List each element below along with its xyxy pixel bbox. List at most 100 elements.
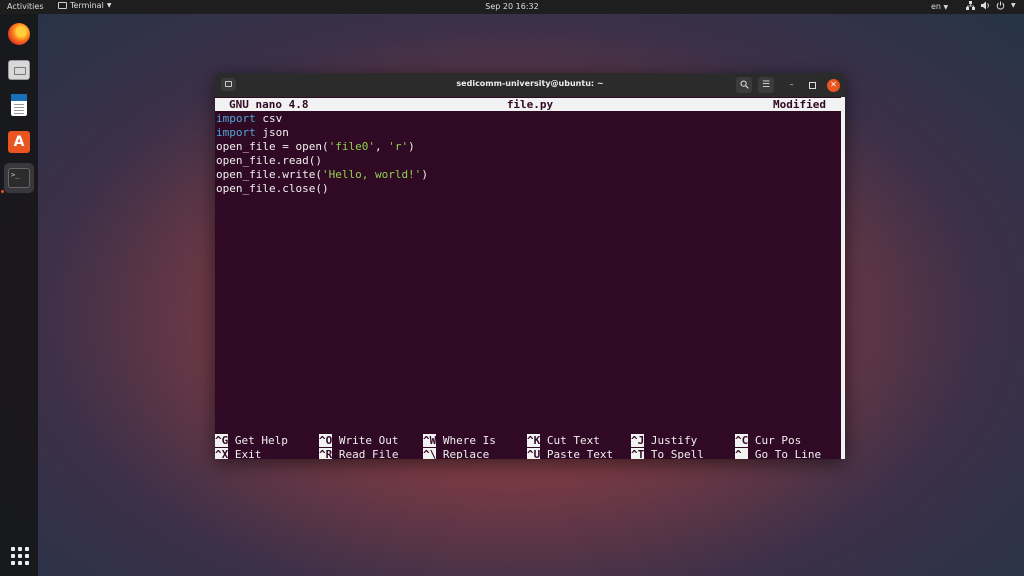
software-center-icon: A: [8, 131, 30, 153]
code-text: json: [255, 126, 289, 139]
new-tab-icon[interactable]: [221, 78, 236, 91]
code-line[interactable]: import csv: [216, 112, 428, 126]
code-text: ): [408, 140, 415, 153]
shortcut-item[interactable]: ^U Paste Text: [527, 448, 631, 459]
code-line[interactable]: import json: [216, 126, 428, 140]
shortcut-item[interactable]: ^X Exit: [215, 448, 319, 459]
shortcut-item[interactable]: ^J Justify: [631, 434, 735, 448]
close-icon: ✕: [830, 80, 837, 89]
code-text: open_file.close(): [216, 182, 329, 195]
show-applications-icon[interactable]: [11, 547, 29, 565]
shortcut-item[interactable]: ^R Read File: [319, 448, 423, 459]
code-line[interactable]: open_file.read(): [216, 154, 428, 168]
shortcut-column: ^K Cut Text ^U Paste Text: [527, 434, 631, 459]
shortcut-item[interactable]: ^T To Spell: [631, 448, 735, 459]
dock-item-writer[interactable]: [4, 91, 34, 121]
chevron-down-icon: ▼: [1011, 2, 1016, 9]
shortcut-column: ^O Write Out ^R Read File: [319, 434, 423, 459]
shortcut-column: ^C Cur Pos ^_ Go To Line: [735, 434, 839, 459]
terminal-icon: [58, 2, 67, 9]
nano-header: GNU nano 4.8 file.py Modified: [215, 98, 845, 111]
terminal-icon: >_: [8, 168, 30, 188]
shortcut-label: To Spell: [650, 448, 704, 459]
code-keyword: import: [216, 126, 256, 139]
firefox-icon: [8, 23, 30, 45]
code-text: open_file.read(): [216, 154, 322, 167]
shortcut-label: Paste Text: [546, 448, 614, 459]
code-string: 'Hello, world!': [321, 168, 422, 181]
code-text: ,: [374, 140, 389, 153]
nano-editor[interactable]: GNU nano 4.8 file.py Modified import csv…: [215, 97, 845, 459]
code-keyword: import: [216, 112, 256, 125]
shortcut-key: ^_: [735, 448, 749, 459]
code-line[interactable]: open_file.write('Hello, world!'): [216, 168, 428, 182]
shortcut-key: ^R: [319, 448, 333, 459]
dock-item-software[interactable]: A: [4, 127, 34, 157]
shortcut-key: ^\: [423, 448, 437, 459]
shortcut-label: Read File: [338, 448, 399, 459]
shortcut-item[interactable]: ^_ Go To Line: [735, 448, 839, 459]
shortcut-column: ^G Get Help ^X Exit: [215, 434, 319, 459]
code-text: open_file = open(: [216, 140, 329, 153]
shortcut-key: ^G: [215, 434, 229, 447]
shortcut-item[interactable]: ^\ Replace: [423, 448, 527, 459]
minimize-icon: –: [789, 80, 794, 89]
maximize-button[interactable]: [806, 79, 819, 92]
shortcut-label: Cut Text: [546, 434, 600, 447]
shortcut-item[interactable]: ^W Where Is: [423, 434, 527, 448]
shortcut-key: ^T: [631, 448, 645, 459]
network-icon: [966, 1, 975, 10]
shortcut-label: Exit: [234, 448, 262, 459]
files-icon: [8, 60, 30, 80]
shortcut-key: ^U: [527, 448, 541, 459]
shortcut-item[interactable]: ^K Cut Text: [527, 434, 631, 448]
shortcut-item[interactable]: ^G Get Help: [215, 434, 319, 448]
code-line[interactable]: open_file = open('file0', 'r'): [216, 140, 428, 154]
terminal-window: sedicomm-university@ubuntu: ~ ☰ – ✕ GNU …: [215, 73, 845, 459]
code-string: 'r': [388, 140, 409, 153]
scrollbar[interactable]: [841, 97, 845, 459]
system-tray[interactable]: ▼: [966, 1, 1016, 10]
volume-icon: [981, 1, 989, 10]
nano-filename: file.py: [506, 98, 554, 111]
code-string: 'file0': [328, 140, 375, 153]
nano-shortcut-bar: ^G Get Help ^X Exit ^O Write Out ^R Read Fi…: [215, 434, 845, 459]
clock[interactable]: Sep 20 16:32: [485, 2, 538, 11]
shortcut-column: ^W Where Is ^\ Replace: [423, 434, 527, 459]
shortcut-label: Get Help: [234, 434, 288, 447]
language-label: en: [931, 2, 941, 11]
shortcut-item[interactable]: ^C Cur Pos: [735, 434, 839, 448]
nano-version: GNU nano 4.8: [229, 98, 309, 111]
code-text: csv: [255, 112, 283, 125]
dock-item-firefox[interactable]: [4, 19, 34, 49]
running-indicator: [1, 190, 4, 193]
dock-item-files[interactable]: [4, 55, 34, 85]
search-button[interactable]: [736, 77, 752, 93]
activities-button[interactable]: Activities: [7, 2, 44, 11]
writer-icon: [11, 94, 27, 116]
maximize-icon: [809, 82, 816, 89]
code-text: ): [421, 168, 428, 181]
language-indicator[interactable]: en ▼: [931, 2, 948, 11]
code-area[interactable]: import csv import json open_file = open('f…: [216, 112, 428, 196]
dock-item-terminal[interactable]: >_: [4, 163, 34, 193]
window-title: sedicomm-university@ubuntu: ~: [456, 79, 604, 88]
menu-button[interactable]: ☰: [758, 77, 774, 93]
shortcut-key: ^X: [215, 448, 229, 459]
close-button[interactable]: ✕: [827, 79, 840, 92]
code-line[interactable]: open_file.close(): [216, 182, 428, 196]
dock: A >_: [0, 14, 38, 576]
nano-modified-status: Modified: [773, 98, 826, 111]
title-bar[interactable]: sedicomm-university@ubuntu: ~ ☰ – ✕: [215, 73, 845, 97]
app-menu[interactable]: Terminal ▼: [58, 1, 111, 10]
search-icon: [740, 80, 749, 89]
shortcut-item[interactable]: ^O Write Out: [319, 434, 423, 448]
shortcut-key: ^K: [527, 434, 541, 447]
shortcut-key: ^O: [319, 434, 333, 447]
power-icon: [996, 1, 1005, 10]
shortcut-label: Go To Line: [754, 448, 822, 459]
shortcut-label: Justify: [650, 434, 698, 447]
minimize-button[interactable]: –: [785, 79, 798, 92]
shortcut-key: ^W: [423, 434, 437, 447]
shortcut-key: ^C: [735, 434, 749, 447]
